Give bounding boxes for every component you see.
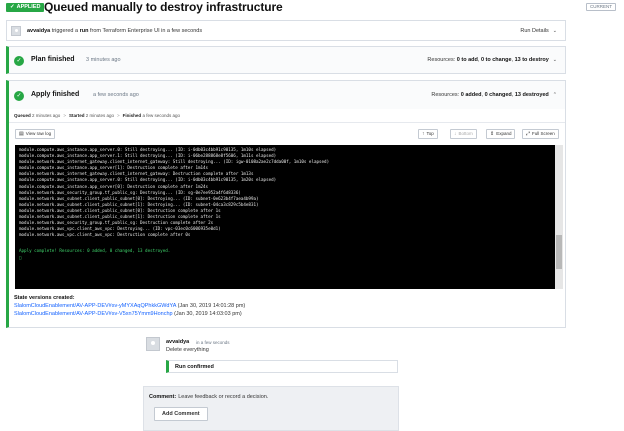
log-lines: module.compute.aws_instance.app_server.0…	[19, 147, 559, 262]
plan-time: 3 minutes ago	[86, 57, 121, 63]
bottom-label: Bottom	[458, 131, 473, 136]
plan-to-change: 0 to change	[480, 57, 512, 63]
arrow-up-icon: ↑	[422, 131, 425, 137]
state-version-row: SlalomCloudEnablement/AV-APP-DEV#sv-V5xn…	[14, 311, 242, 317]
apply-resources-label: Resources:	[431, 92, 461, 98]
log-spacer	[19, 238, 559, 248]
trigger-user: avvaidya	[27, 28, 51, 34]
state-versions-title: State versions created:	[14, 295, 75, 301]
comment-avatar	[146, 337, 160, 351]
check-icon: ✓	[10, 4, 15, 10]
page-header: ✓ APPLIED Queued manually to destroy infr…	[6, 0, 618, 18]
top-label: Top	[426, 131, 434, 136]
apply-timeline: Queued 2 minutes ago > Started 2 minutes a…	[14, 113, 180, 118]
state-version-time: (Jan 30, 2019 14:03:03 pm)	[172, 311, 242, 317]
trigger-text: avvaidya triggered a run from Terraform …	[27, 28, 202, 34]
trigger-text-end: from Terraform Enterprise UI in a few se…	[88, 28, 203, 34]
log-cursor: □	[19, 255, 22, 261]
comment-field-label: Comment:	[149, 394, 177, 400]
comment-user: avvaidya	[166, 339, 190, 345]
run-details-toggle[interactable]: Run Details ⌄	[520, 28, 557, 34]
current-badge: CURRENT	[586, 3, 616, 11]
comment-time: in a few seconds	[196, 340, 230, 345]
fullscreen-icon: ⤢	[526, 131, 531, 137]
log-scrollbar[interactable]	[555, 145, 563, 289]
apply-time: a few seconds ago	[93, 92, 139, 98]
divider	[9, 122, 565, 123]
avatar	[11, 26, 21, 36]
plan-title: Plan finished	[31, 56, 75, 63]
expand-label: Expand	[496, 131, 512, 136]
arrow-down-icon: ↓	[454, 131, 457, 137]
comment-field[interactable]: Comment: Leave feedback or record a decis…	[149, 394, 268, 400]
log-terminal[interactable]: module.compute.aws_instance.app_server.0…	[15, 145, 563, 289]
plan-card[interactable]: ✓ Plan finished 3 minutes ago Resources:…	[6, 46, 566, 74]
apply-changed: 0 changed	[484, 92, 512, 98]
apply-card: ✓ Apply finished a few seconds ago Resou…	[6, 80, 566, 328]
comment-body: Delete everything	[166, 347, 209, 353]
expand-icon: ⇕	[490, 131, 495, 137]
view-raw-log-label: View raw log	[25, 131, 52, 136]
top-button[interactable]: ↑ Top	[418, 129, 438, 139]
page-title: Queued manually to destroy infrastructur…	[44, 0, 283, 14]
timeline-separator: >	[117, 113, 120, 118]
plan-resources-label: Resources:	[427, 57, 457, 63]
chevron-up-icon: ⌃	[552, 92, 557, 98]
run-details-label: Run Details	[520, 28, 549, 34]
expand-button[interactable]: ⇕ Expand	[486, 129, 516, 139]
run-confirmed-box: Run confirmed	[166, 360, 398, 373]
comment-section: Comment: Leave feedback or record a decis…	[143, 386, 399, 431]
apply-added: 0 added	[460, 92, 482, 98]
view-raw-log-button[interactable]: ▤ View raw log	[15, 129, 56, 139]
bottom-button[interactable]: ↓ Bottom	[450, 129, 477, 139]
plan-to-add: 0 to add	[456, 57, 478, 63]
status-badge-label: APPLIED	[16, 4, 41, 10]
full-screen-button[interactable]: ⤢ Full Screen	[522, 129, 559, 139]
state-version-time: (Jan 30, 2019 14:01:28 pm)	[176, 303, 246, 309]
log-scrollbar-thumb[interactable]	[556, 235, 562, 269]
started-label: Started	[68, 113, 85, 118]
queued-time: 2 minutes ago	[32, 113, 61, 118]
check-circle-icon: ✓	[14, 91, 24, 101]
plan-resources: Resources: 0 to add, 0 to change, 13 to …	[427, 57, 557, 63]
chevron-down-icon: ⌄	[552, 28, 557, 34]
state-version-link[interactable]: SlalomCloudEnablement/AV-APP-DEV#sv-V5xn…	[14, 311, 173, 317]
document-icon: ▤	[19, 131, 24, 137]
apply-resources: Resources: 0 added, 0 changed, 13 destro…	[431, 92, 557, 98]
full-screen-label: Full Screen	[532, 131, 555, 136]
comment-placeholder: Leave feedback or record a decision.	[178, 394, 269, 400]
state-version-row: SlalomCloudEnablement/AV-APP-DEV#sv-yMYX…	[14, 303, 245, 309]
trigger-text-mid: triggered a	[50, 28, 80, 34]
run-trigger-card: avvaidya triggered a run from Terraform …	[6, 20, 566, 41]
finished-label: Finished	[122, 113, 142, 118]
finished-time: a few seconds ago	[142, 113, 180, 118]
run-confirmed-label: Run confirmed	[175, 364, 214, 370]
queued-label: Queued	[14, 113, 31, 118]
chevron-down-icon: ⌄	[552, 57, 557, 63]
timeline-separator: >	[63, 113, 66, 118]
add-comment-button[interactable]: Add Comment	[154, 407, 208, 421]
apply-header[interactable]: ✓ Apply finished a few seconds ago Resou…	[9, 81, 565, 109]
check-circle-icon: ✓	[14, 56, 24, 66]
status-badge: ✓ APPLIED	[6, 3, 45, 12]
apply-title: Apply finished	[31, 91, 80, 98]
started-time: 2 minutes ago	[85, 113, 115, 118]
apply-destroyed: 13 destroyed	[514, 92, 549, 98]
plan-to-destroy: 13 to destroy	[514, 57, 549, 63]
state-version-link[interactable]: SlalomCloudEnablement/AV-APP-DEV#sv-yMYX…	[14, 303, 176, 309]
